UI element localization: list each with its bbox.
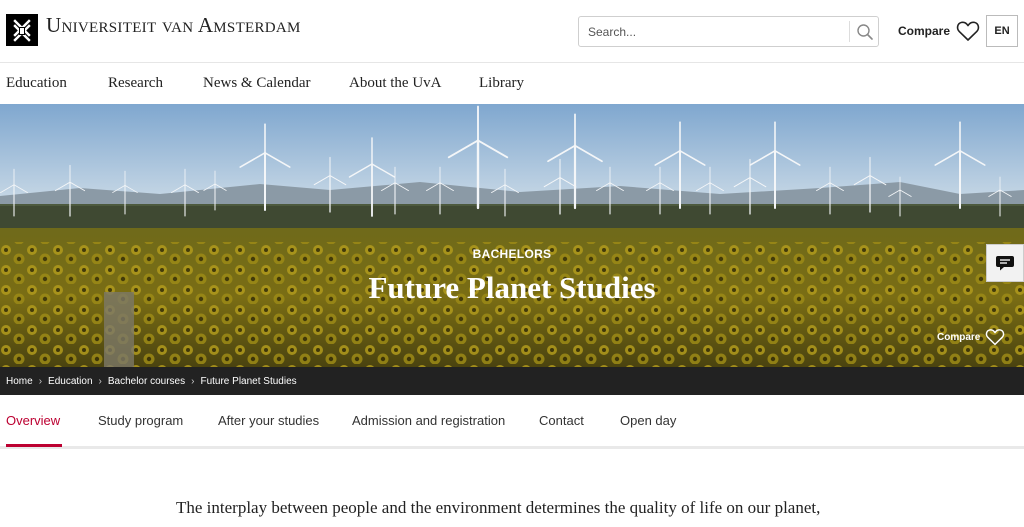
heart-icon [956,21,980,41]
tab-overview[interactable]: Overview [6,413,60,428]
chat-button[interactable] [986,244,1024,282]
search-input[interactable] [579,17,849,46]
nav-item-education[interactable]: Education [6,75,67,92]
chevron-right-icon: › [38,375,43,387]
tab-after-your-studies[interactable]: After your studies [218,413,319,428]
nav-item-research[interactable]: Research [108,75,163,92]
hero-banner: BACHELORS Future Planet Studies Compare [0,104,1024,367]
nav-item-library[interactable]: Library [479,75,524,92]
hero-image [0,104,1024,367]
compare-button[interactable]: Compare [898,18,980,44]
intro-text: The interplay between people and the env… [176,498,821,517]
search-divider [849,21,850,42]
page-title: Future Planet Studies [368,270,656,305]
breadcrumb: Home › Education › Bachelor courses › Fu… [0,367,1024,395]
tab-study-program[interactable]: Study program [98,413,183,428]
search-box [578,16,879,47]
hero-compare-label: Compare [937,331,981,343]
nav-item-about[interactable]: About the UvA [349,75,442,92]
breadcrumb-item-education[interactable]: Education [48,376,92,387]
chevron-right-icon: › [191,375,195,387]
main-navigation: Education Research News & Calendar About… [0,63,1024,104]
program-tabs: Overview Study program After your studie… [0,395,1024,449]
chat-icon [996,256,1014,271]
hero-compare-button[interactable]: Compare [937,328,1005,346]
breadcrumb-item-home[interactable]: Home [6,376,33,387]
nav-item-news-calendar[interactable]: News & Calendar [203,75,310,92]
chevron-right-icon: › [98,375,102,387]
site-header: Universiteit van Amsterdam Compare EN [0,0,1024,63]
uva-crest-icon[interactable] [6,14,38,46]
compare-label: Compare [898,24,951,38]
active-tab-indicator [6,444,62,447]
hero-category: BACHELORS [472,247,552,261]
language-switch-button[interactable]: EN [986,15,1018,47]
breadcrumb-item-current: Future Planet Studies [200,375,297,387]
brand-name[interactable]: Universiteit van Amsterdam [46,13,301,38]
breadcrumb-item-bachelor-courses[interactable]: Bachelor courses [108,376,185,387]
tab-admission-registration[interactable]: Admission and registration [352,413,505,428]
tab-contact[interactable]: Contact [539,413,584,428]
tab-open-day[interactable]: Open day [620,413,676,428]
heart-icon [986,329,1005,346]
search-icon [857,23,873,40]
search-button[interactable] [851,17,879,46]
